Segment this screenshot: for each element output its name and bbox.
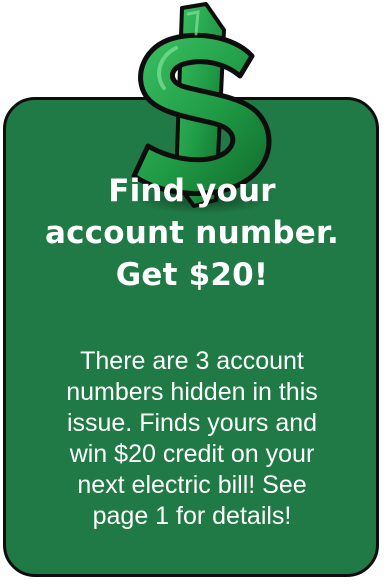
headline-line: Get $20! <box>115 257 269 293</box>
description-line: issue. Finds yours and <box>66 409 318 437</box>
headline-line: account number. <box>44 215 340 251</box>
description-line: There are 3 account <box>80 347 304 375</box>
promo-graphic: Find your account number. Get $20! There… <box>0 0 389 587</box>
description-line: win $20 credit on your <box>69 440 315 468</box>
headline-line: Find your <box>108 173 276 209</box>
promo-headline: Find your account number. Get $20! <box>12 170 372 296</box>
promo-description: There are 3 account numbers hidden in th… <box>12 346 372 532</box>
description-line: page 1 for details! <box>92 502 292 530</box>
description-line: next electric bill! See <box>77 471 307 499</box>
description-line: numbers hidden in this <box>66 378 318 406</box>
